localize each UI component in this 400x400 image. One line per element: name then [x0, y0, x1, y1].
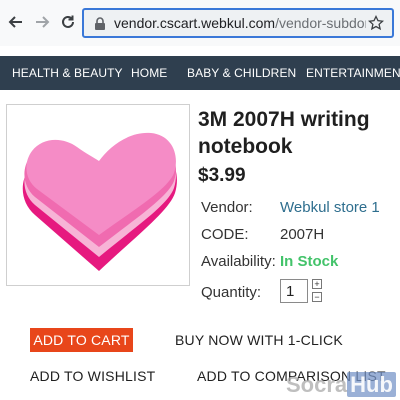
url-text: vendor.cscart.webkul.com/vendor-subdomai…	[114, 15, 366, 31]
nav-item-entertainment[interactable]: ENTERTAINMENT	[306, 66, 400, 80]
lock-icon	[95, 17, 105, 30]
category-nav: HEALTH & BEAUTY HOME BABY & CHILDREN ENT…	[0, 56, 400, 90]
vendor-link[interactable]: Webkul store 1	[280, 199, 380, 216]
reload-button[interactable]	[58, 12, 78, 32]
forward-button[interactable]	[32, 12, 52, 32]
buy-now-button[interactable]: BUY NOW WITH 1-CLICK	[175, 332, 343, 348]
availability-label: Availability:	[201, 253, 276, 270]
stock-status: In Stock	[280, 253, 339, 270]
add-to-wishlist-button[interactable]: ADD TO WISHLIST	[30, 368, 155, 384]
quantity-increase-button[interactable]: +	[312, 279, 322, 289]
product-image[interactable]	[6, 104, 190, 286]
bookmark-star-icon[interactable]	[368, 15, 384, 31]
product-title: 3M 2007H writing notebook	[198, 108, 370, 158]
watermark-left: Socra	[286, 372, 348, 397]
nav-item-home[interactable]: HOME	[131, 66, 167, 80]
browser-toolbar: vendor.cscart.webkul.com/vendor-subdomai…	[0, 0, 400, 46]
address-bar[interactable]: vendor.cscart.webkul.com/vendor-subdomai…	[82, 8, 394, 38]
arrow-left-icon	[8, 16, 22, 28]
vendor-label: Vendor:	[201, 199, 253, 216]
product-price: $3.99	[198, 165, 246, 186]
watermark-right: Hub	[347, 372, 396, 397]
url-host: vendor.cscart.webkul.com	[114, 15, 276, 31]
code-label: CODE:	[201, 226, 249, 243]
code-value: 2007H	[280, 226, 325, 243]
reload-icon	[62, 15, 74, 28]
watermark-logo: Socra Hub	[286, 372, 396, 398]
add-to-cart-button[interactable]: ADD TO CART	[30, 328, 133, 352]
url-path: /vendor-subdomain-1	[275, 15, 366, 31]
nav-item-health-beauty[interactable]: HEALTH & BEAUTY	[12, 66, 123, 80]
quantity-decrease-button[interactable]: −	[312, 292, 322, 302]
quantity-label: Quantity:	[201, 284, 262, 301]
back-button[interactable]	[6, 12, 26, 32]
arrow-right-icon	[36, 16, 50, 28]
heart-notepad-image	[22, 132, 177, 271]
nav-item-baby-children[interactable]: BABY & CHILDREN	[187, 66, 296, 80]
quantity-input[interactable]: 1	[280, 279, 308, 303]
